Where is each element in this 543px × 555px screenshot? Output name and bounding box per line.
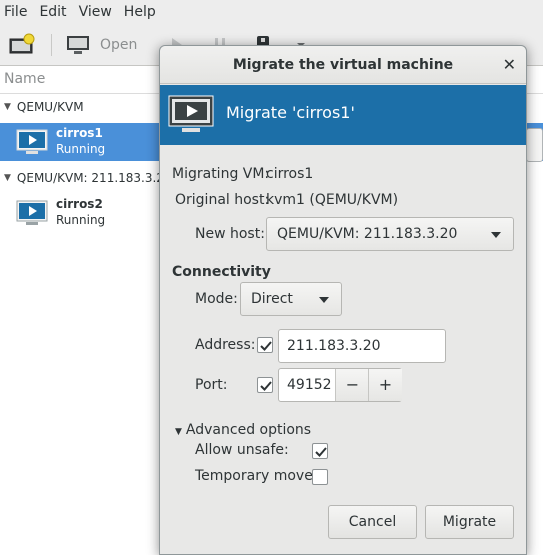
menu-view[interactable]: View xyxy=(75,4,116,20)
open-label: Open xyxy=(100,37,138,53)
checkmark-icon xyxy=(315,447,327,457)
vm-monitor-icon xyxy=(16,200,48,225)
vm-status: Running xyxy=(56,213,106,227)
port-value[interactable]: 49152 xyxy=(287,369,332,401)
connection-label: QEMU/KVM: 211.183.3.20 xyxy=(16,171,172,185)
migrate-button[interactable]: Migrate xyxy=(425,505,514,539)
temporary-move-checkbox[interactable] xyxy=(312,469,328,485)
vm-status: Running xyxy=(56,142,106,156)
close-icon[interactable]: ✕ xyxy=(503,46,516,84)
new-host-value: QEMU/KVM: 211.183.3.20 xyxy=(277,226,458,242)
port-stepper[interactable]: 49152 − + xyxy=(278,368,402,402)
menu-help[interactable]: Help xyxy=(120,4,160,20)
toolbar-separator xyxy=(51,34,52,56)
address-label: Address: xyxy=(195,337,256,353)
expander-icon: ▼ xyxy=(175,427,182,437)
temporary-move-label: Temporary move: xyxy=(195,468,318,484)
connection-label: QEMU/KVM xyxy=(16,100,84,114)
port-checkbox[interactable] xyxy=(257,377,273,393)
chevron-down-icon xyxy=(319,297,329,303)
port-label: Port: xyxy=(195,377,228,393)
open-console-icon xyxy=(67,36,89,54)
vm-name: cirros1 xyxy=(56,126,103,140)
chevron-down-icon xyxy=(491,232,501,238)
vm-name: cirros2 xyxy=(56,197,103,211)
dialog-titlebar[interactable]: Migrate the virtual machine ✕ xyxy=(160,46,526,84)
new-vm-icon xyxy=(9,33,35,54)
connectivity-heading: Connectivity xyxy=(172,264,271,280)
migrating-vm-value: cirros1 xyxy=(266,166,314,182)
menu-edit[interactable]: Edit xyxy=(35,4,70,20)
allow-unsafe-checkbox[interactable] xyxy=(312,443,328,459)
dialog-title: Migrate the virtual machine xyxy=(232,57,454,73)
address-checkbox[interactable] xyxy=(257,337,273,353)
menu-file[interactable]: File xyxy=(0,4,31,20)
mode-combo[interactable]: Direct xyxy=(240,282,342,316)
port-increment-button[interactable]: + xyxy=(368,369,402,401)
address-input[interactable]: 211.183.3.20 xyxy=(278,329,446,363)
vm-monitor-icon xyxy=(16,129,48,154)
original-host-label: Original host: xyxy=(175,192,270,208)
new-vm-button[interactable] xyxy=(8,24,36,66)
new-host-label: New host: xyxy=(195,226,265,242)
banner-title: Migrate 'cirros1' xyxy=(226,103,355,122)
checkmark-icon xyxy=(260,341,272,351)
allow-unsafe-label: Allow unsafe: xyxy=(195,442,289,458)
original-host-value: kvm1 (QEMU/KVM) xyxy=(266,192,399,208)
expander-icon[interactable]: ▼ xyxy=(4,102,11,112)
cancel-button[interactable]: Cancel xyxy=(328,505,417,539)
port-decrement-button[interactable]: − xyxy=(335,369,369,401)
background-window-edge xyxy=(526,128,543,162)
checkmark-icon xyxy=(260,381,272,391)
menubar: File Edit View Help xyxy=(0,0,543,24)
migrate-dialog: Migrate the virtual machine ✕ Migrate 'c… xyxy=(159,45,527,555)
address-value: 211.183.3.20 xyxy=(287,338,381,354)
migrating-vm-label: Migrating VM: xyxy=(172,166,270,182)
mode-label: Mode: xyxy=(195,291,238,307)
new-host-combo[interactable]: QEMU/KVM: 211.183.3.20 xyxy=(266,217,514,251)
expander-icon[interactable]: ▼ xyxy=(4,173,11,183)
advanced-options-expander[interactable]: ▼ Advanced options xyxy=(175,422,311,438)
dialog-banner: Migrate 'cirros1' xyxy=(160,85,526,145)
open-button[interactable]: Open xyxy=(66,24,137,66)
mode-value: Direct xyxy=(251,291,293,307)
vm-monitor-icon xyxy=(168,95,214,132)
advanced-options-label: Advanced options xyxy=(185,422,312,438)
